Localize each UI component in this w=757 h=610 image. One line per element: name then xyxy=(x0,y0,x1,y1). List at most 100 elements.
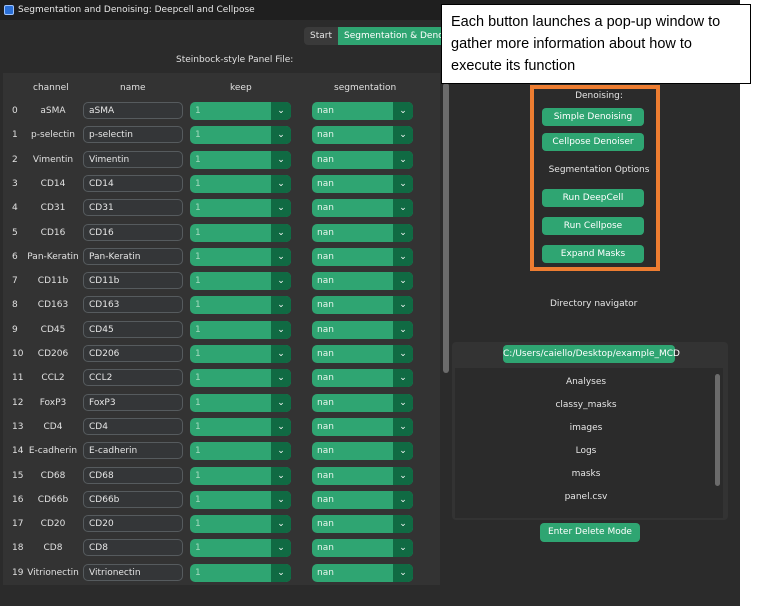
name-input[interactable]: Pan-Keratin xyxy=(83,247,183,265)
keep-dropdown[interactable]: 1 ⌄ xyxy=(190,393,291,412)
chevron-down-icon[interactable]: ⌄ xyxy=(393,223,413,242)
chevron-down-icon[interactable]: ⌄ xyxy=(271,174,291,193)
directory-item[interactable]: masks xyxy=(457,469,715,479)
keep-dropdown[interactable]: 1 ⌄ xyxy=(190,563,291,582)
segmentation-dropdown[interactable]: nan ⌄ xyxy=(312,393,413,412)
keep-dropdown[interactable]: 1 ⌄ xyxy=(190,320,291,339)
chevron-down-icon[interactable]: ⌄ xyxy=(271,320,291,339)
chevron-down-icon[interactable]: ⌄ xyxy=(393,174,413,193)
name-input[interactable]: CD206 xyxy=(83,345,183,362)
keep-dropdown[interactable]: 1 ⌄ xyxy=(190,417,291,436)
segmentation-dropdown[interactable]: nan ⌄ xyxy=(312,369,413,388)
chevron-down-icon[interactable]: ⌄ xyxy=(271,296,291,315)
keep-dropdown[interactable]: 1 ⌄ xyxy=(190,223,291,242)
expand-masks-button[interactable]: Expand Masks xyxy=(542,245,644,263)
chevron-down-icon[interactable]: ⌄ xyxy=(271,466,291,485)
name-input[interactable]: aSMA xyxy=(83,102,183,119)
chevron-down-icon[interactable]: ⌄ xyxy=(393,247,413,266)
keep-dropdown[interactable]: 1 ⌄ xyxy=(190,515,291,534)
chevron-down-icon[interactable]: ⌄ xyxy=(393,199,413,218)
name-input[interactable]: CD66b xyxy=(83,490,183,508)
segmentation-dropdown[interactable]: nan ⌄ xyxy=(312,320,413,339)
keep-dropdown[interactable]: 1 ⌄ xyxy=(190,247,291,266)
name-input[interactable]: CD68 xyxy=(83,466,183,484)
chevron-down-icon[interactable]: ⌄ xyxy=(393,369,413,388)
directory-path-button[interactable]: C:/Users/caiello/Desktop/example_MCD xyxy=(503,345,680,363)
segmentation-dropdown[interactable]: nan ⌄ xyxy=(312,539,413,558)
keep-dropdown[interactable]: 1 ⌄ xyxy=(190,174,291,193)
segmentation-dropdown[interactable]: nan ⌄ xyxy=(312,490,413,509)
chevron-down-icon[interactable]: ⌄ xyxy=(393,563,413,582)
name-input[interactable]: CD31 xyxy=(83,199,183,217)
table-scrollbar[interactable] xyxy=(443,83,449,373)
name-input[interactable]: Vitrionectin xyxy=(83,563,183,581)
chevron-down-icon[interactable]: ⌄ xyxy=(271,247,291,266)
keep-dropdown[interactable]: 1 ⌄ xyxy=(190,442,291,461)
tab-start[interactable]: Start xyxy=(304,27,338,45)
simple-denoising-button[interactable]: Simple Denoising xyxy=(542,108,644,126)
chevron-down-icon[interactable]: ⌄ xyxy=(271,126,291,145)
segmentation-dropdown[interactable]: nan ⌄ xyxy=(312,174,413,193)
chevron-down-icon[interactable]: ⌄ xyxy=(271,272,291,291)
directory-item[interactable]: classy_masks xyxy=(457,400,715,410)
name-input[interactable]: CD4 xyxy=(83,417,183,435)
chevron-down-icon[interactable]: ⌄ xyxy=(393,442,413,461)
segmentation-dropdown[interactable]: nan ⌄ xyxy=(312,199,413,218)
run-deepcell-button[interactable]: Run DeepCell xyxy=(542,189,644,207)
name-input[interactable]: E-cadherin xyxy=(83,442,183,460)
segmentation-dropdown[interactable]: nan ⌄ xyxy=(312,345,413,363)
chevron-down-icon[interactable]: ⌄ xyxy=(393,490,413,509)
segmentation-dropdown[interactable]: nan ⌄ xyxy=(312,102,413,120)
segmentation-dropdown[interactable]: nan ⌄ xyxy=(312,417,413,436)
keep-dropdown[interactable]: 1 ⌄ xyxy=(190,490,291,509)
keep-dropdown[interactable]: 1 ⌄ xyxy=(190,126,291,145)
segmentation-dropdown[interactable]: nan ⌄ xyxy=(312,150,413,169)
name-input[interactable]: p-selectin xyxy=(83,126,183,144)
directory-item[interactable]: panel.csv xyxy=(457,492,715,502)
chevron-down-icon[interactable]: ⌄ xyxy=(393,515,413,534)
chevron-down-icon[interactable]: ⌄ xyxy=(271,199,291,218)
directory-scrollbar[interactable] xyxy=(715,374,720,486)
name-input[interactable]: FoxP3 xyxy=(83,393,183,411)
directory-item[interactable]: Logs xyxy=(457,446,715,456)
run-cellpose-button[interactable]: Run Cellpose xyxy=(542,217,644,235)
chevron-down-icon[interactable]: ⌄ xyxy=(271,369,291,388)
chevron-down-icon[interactable]: ⌄ xyxy=(393,102,413,120)
segmentation-dropdown[interactable]: nan ⌄ xyxy=(312,296,413,315)
chevron-down-icon[interactable]: ⌄ xyxy=(271,102,291,120)
chevron-down-icon[interactable]: ⌄ xyxy=(393,539,413,558)
name-input[interactable]: CCL2 xyxy=(83,369,183,387)
chevron-down-icon[interactable]: ⌄ xyxy=(271,442,291,461)
chevron-down-icon[interactable]: ⌄ xyxy=(271,150,291,169)
name-input[interactable]: CD16 xyxy=(83,223,183,241)
segmentation-dropdown[interactable]: nan ⌄ xyxy=(312,466,413,485)
chevron-down-icon[interactable]: ⌄ xyxy=(393,272,413,291)
chevron-down-icon[interactable]: ⌄ xyxy=(271,490,291,509)
keep-dropdown[interactable]: 1 ⌄ xyxy=(190,150,291,169)
tab-segmentation-denoising[interactable]: Segmentation & Denoising xyxy=(338,27,454,45)
name-input[interactable]: CD45 xyxy=(83,320,183,338)
cellpose-denoiser-button[interactable]: Cellpose Denoiser xyxy=(542,133,644,151)
chevron-down-icon[interactable]: ⌄ xyxy=(393,345,413,363)
chevron-down-icon[interactable]: ⌄ xyxy=(393,126,413,145)
segmentation-dropdown[interactable]: nan ⌄ xyxy=(312,563,413,582)
keep-dropdown[interactable]: 1 ⌄ xyxy=(190,539,291,558)
name-input[interactable]: CD163 xyxy=(83,296,183,314)
segmentation-dropdown[interactable]: nan ⌄ xyxy=(312,515,413,534)
directory-item[interactable]: Analyses xyxy=(457,377,715,387)
name-input[interactable]: CD11b xyxy=(83,272,183,290)
enter-delete-mode-button[interactable]: Enter Delete Mode xyxy=(540,523,640,542)
keep-dropdown[interactable]: 1 ⌄ xyxy=(190,296,291,315)
chevron-down-icon[interactable]: ⌄ xyxy=(393,320,413,339)
chevron-down-icon[interactable]: ⌄ xyxy=(271,393,291,412)
chevron-down-icon[interactable]: ⌄ xyxy=(271,515,291,534)
name-input[interactable]: CD14 xyxy=(83,174,183,192)
chevron-down-icon[interactable]: ⌄ xyxy=(271,345,291,363)
chevron-down-icon[interactable]: ⌄ xyxy=(393,466,413,485)
chevron-down-icon[interactable]: ⌄ xyxy=(271,417,291,436)
segmentation-dropdown[interactable]: nan ⌄ xyxy=(312,247,413,266)
chevron-down-icon[interactable]: ⌄ xyxy=(271,563,291,582)
name-input[interactable]: CD8 xyxy=(83,539,183,557)
segmentation-dropdown[interactable]: nan ⌄ xyxy=(312,442,413,461)
keep-dropdown[interactable]: 1 ⌄ xyxy=(190,345,291,363)
